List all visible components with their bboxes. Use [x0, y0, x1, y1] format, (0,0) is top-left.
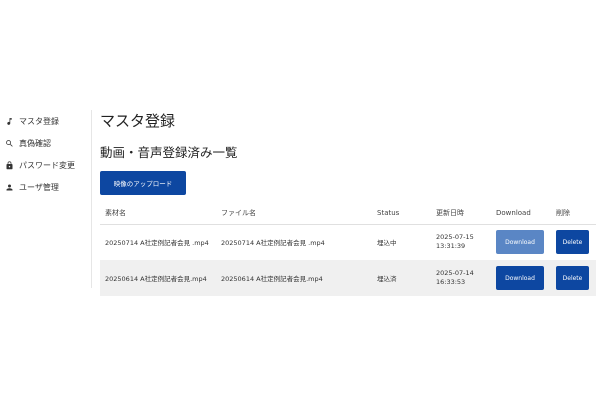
cell-file-name: 20250714 A社定例記者会見 .mp4	[221, 239, 325, 248]
music-note-icon	[4, 116, 14, 126]
column-header-delete: 削除	[556, 208, 570, 217]
sidebar-item-user-management[interactable]: ユーザ管理	[0, 176, 91, 198]
cell-updated-at: 2025-07-15 13:31:39	[436, 224, 496, 260]
cell-updated-at: 2025-07-14 16:33:53	[436, 260, 496, 296]
delete-button[interactable]: Delete	[556, 230, 589, 255]
table-row: 20250714 A社定例記者会見 .mp4 20250714 A社定例記者会見…	[100, 224, 596, 260]
cell-material-name: 20250614 A社定例記者会見.mp4	[105, 275, 207, 283]
section-title: 動画・音声登録済み一覧	[100, 145, 238, 160]
sidebar-item-master-registration[interactable]: マスタ登録	[0, 110, 91, 132]
cell-download: Download	[496, 260, 556, 296]
cell-date: 2025-07-14	[436, 269, 474, 277]
sidebar: マスタ登録 真偽確認 パスワード変更 ユーザ管理	[0, 110, 92, 288]
column-header-download: Download	[496, 208, 531, 217]
sidebar-item-label: マスタ登録	[19, 116, 59, 126]
media-table: 素材名 ファイル名 Status 更新日時 Download 削除 202507…	[100, 202, 596, 296]
sidebar-item-label: 真偽確認	[19, 138, 51, 148]
sidebar-item-label: ユーザ管理	[19, 182, 59, 192]
cell-status: 埋込中	[377, 239, 397, 248]
column-header-updated-at: 更新日時	[436, 208, 464, 217]
column-header-status: Status	[377, 208, 400, 217]
person-icon	[4, 182, 14, 192]
cell-delete: Delete	[556, 224, 596, 260]
column-header-file-name: ファイル名	[221, 208, 256, 217]
download-button[interactable]: Download	[496, 230, 544, 255]
table-header-row: 素材名 ファイル名 Status 更新日時 Download 削除	[100, 202, 596, 224]
cell-material-name: 20250714 A社定例記者会見 .mp4	[105, 239, 209, 248]
column-header-material-name: 素材名	[105, 208, 126, 217]
sidebar-item-password-change[interactable]: パスワード変更	[0, 154, 91, 176]
cell-status: 埋込済	[377, 275, 397, 283]
cell-time: 16:33:53	[436, 278, 466, 286]
cell-date: 2025-07-15	[436, 233, 474, 242]
sidebar-item-authenticity-check[interactable]: 真偽確認	[0, 132, 91, 154]
cell-time: 13:31:39	[436, 242, 466, 251]
page-title: マスタ登録	[100, 112, 176, 130]
sidebar-item-label: パスワード変更	[19, 160, 75, 170]
cell-file-name: 20250614 A社定例記者会見.mp4	[221, 275, 323, 283]
download-button[interactable]: Download	[496, 266, 544, 290]
table-row: 20250614 A社定例記者会見.mp4 20250614 A社定例記者会見.…	[100, 260, 596, 296]
main-content: マスタ登録 動画・音声登録済み一覧 映像のアップロード 素材名 ファイル名 St…	[100, 110, 596, 296]
lock-icon	[4, 160, 14, 170]
delete-button[interactable]: Delete	[556, 266, 589, 290]
cell-download: Download	[496, 224, 556, 260]
search-icon	[4, 138, 14, 148]
upload-video-button[interactable]: 映像のアップロード	[100, 171, 186, 195]
cell-delete: Delete	[556, 260, 596, 296]
